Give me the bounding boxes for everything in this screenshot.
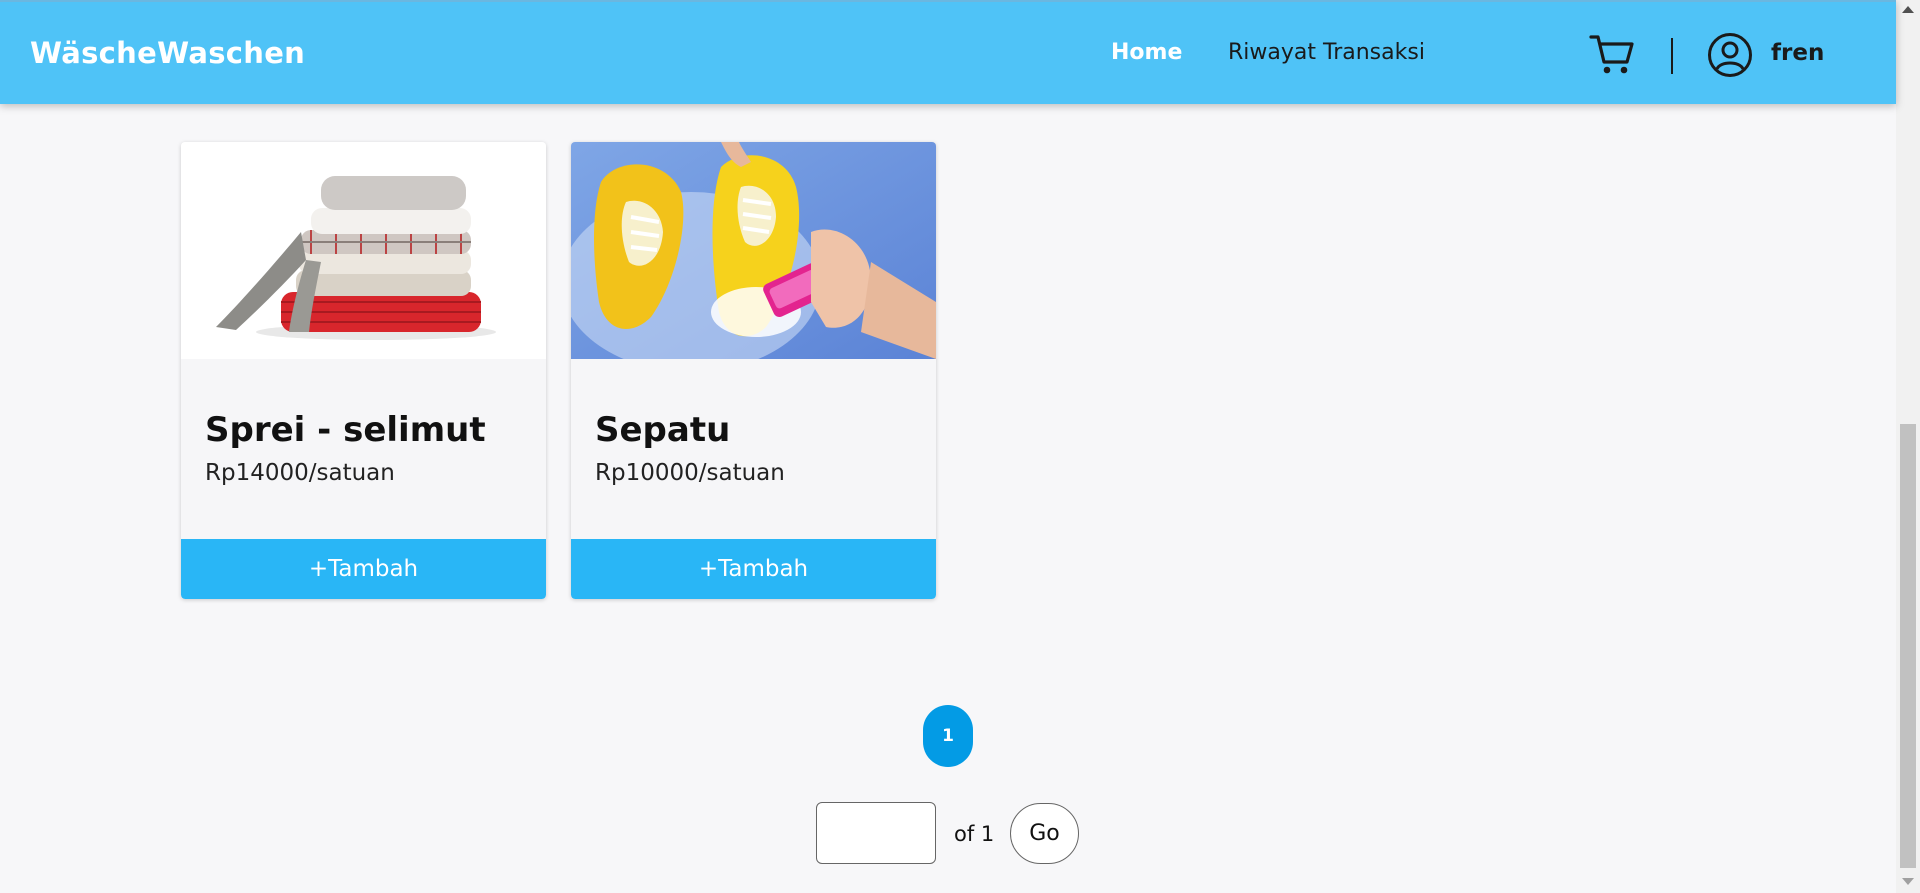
product-image-blankets bbox=[181, 142, 546, 359]
product-price: Rp10000/satuan bbox=[595, 460, 785, 486]
header-divider bbox=[1671, 38, 1673, 74]
brand-logo[interactable]: WäscheWaschen bbox=[30, 36, 305, 70]
product-title: Sepatu bbox=[595, 410, 731, 450]
nav-history-link[interactable]: Riwayat Transaksi bbox=[1228, 40, 1425, 65]
page-total-label: of 1 bbox=[954, 822, 995, 846]
cart-icon[interactable] bbox=[1589, 32, 1635, 76]
go-button[interactable]: Go bbox=[1010, 803, 1079, 864]
page-button-active[interactable]: 1 bbox=[923, 705, 973, 767]
add-product-button[interactable]: +Tambah bbox=[571, 539, 936, 599]
nav-home-link[interactable]: Home bbox=[1111, 40, 1182, 65]
user-circle-icon[interactable] bbox=[1707, 32, 1753, 78]
product-card: Sprei - selimut Rp14000/satuan +Tambah bbox=[181, 142, 546, 599]
navbar: WäscheWaschen Home Riwayat Transaksi fre… bbox=[0, 0, 1896, 104]
product-card: Sepatu Rp10000/satuan +Tambah bbox=[571, 142, 936, 599]
product-price: Rp14000/satuan bbox=[205, 460, 395, 486]
scroll-thumb[interactable] bbox=[1900, 424, 1916, 868]
add-product-button[interactable]: +Tambah bbox=[181, 539, 546, 599]
scroll-up-arrow-icon[interactable] bbox=[1902, 6, 1914, 13]
product-image-shoes bbox=[571, 142, 936, 359]
scroll-down-arrow-icon[interactable] bbox=[1902, 878, 1914, 885]
vertical-scrollbar[interactable] bbox=[1896, 0, 1920, 893]
page-jump-input[interactable] bbox=[816, 802, 936, 864]
user-name[interactable]: fren bbox=[1771, 40, 1824, 66]
product-title: Sprei - selimut bbox=[205, 410, 486, 450]
